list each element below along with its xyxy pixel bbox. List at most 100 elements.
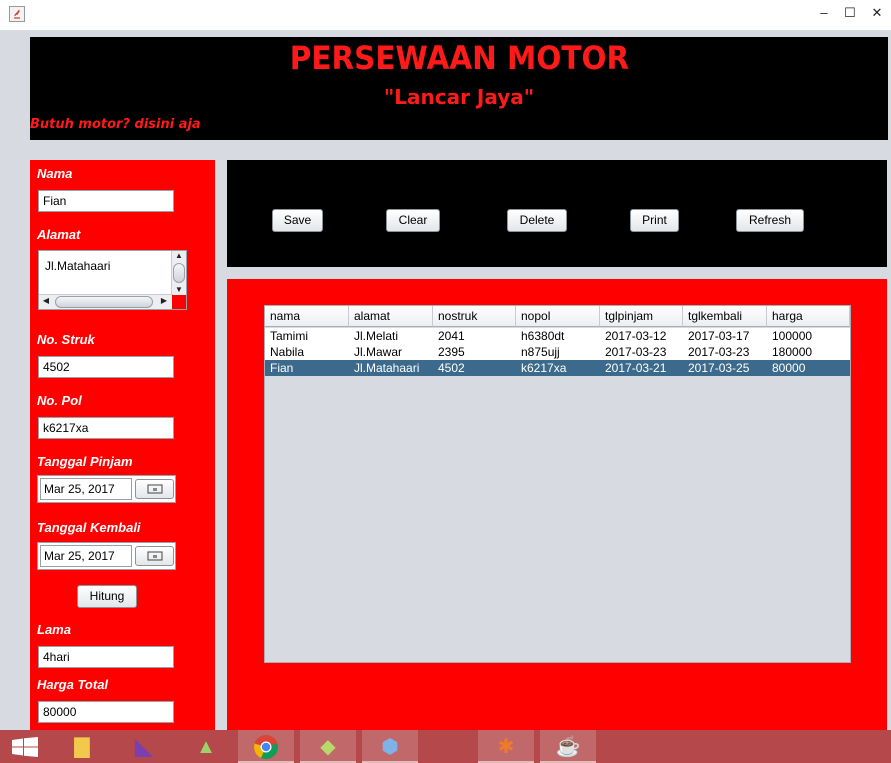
- table-cell: 2017-03-12: [605, 329, 667, 343]
- lama-label: Lama: [37, 622, 71, 637]
- alamat-label: Alamat: [37, 227, 81, 242]
- table-cell: 100000: [772, 329, 813, 343]
- header-banner: PERSEWAAN MOTOR "Lancar Jaya" Butuh moto…: [30, 37, 888, 140]
- lama-field[interactable]: 4hari: [38, 646, 174, 668]
- title-bar: – ☐ ✕: [0, 0, 891, 30]
- scroll-corner: [172, 295, 186, 309]
- nama-label: Nama: [37, 166, 73, 181]
- column-header[interactable]: nopol: [516, 306, 600, 327]
- table-cell: 2017-03-23: [605, 345, 667, 359]
- column-header[interactable]: nama: [265, 306, 349, 327]
- refresh-button[interactable]: Refresh: [736, 209, 804, 232]
- taskbar-item[interactable]: ⬢: [362, 730, 418, 763]
- app-subtitle: "Lancar Jaya": [383, 85, 535, 109]
- table-cell: Jl.Mawar: [354, 345, 403, 359]
- harga-total-label: Harga Total: [37, 677, 109, 692]
- table-row[interactable]: Tamimi Jl.Melati 2041 h6380dt 2017-03-12…: [265, 328, 850, 344]
- table-cell: 2395: [438, 345, 465, 359]
- vertical-scrollbar[interactable]: ▲ ▼: [171, 251, 186, 297]
- box-app-icon: ⬢: [381, 736, 399, 758]
- table-cell: 2017-03-25: [688, 361, 750, 375]
- rental-table[interactable]: nama alamat nostruk nopol tglpinjam tglk…: [264, 305, 851, 663]
- hitung-button[interactable]: Hitung: [77, 585, 137, 608]
- start-button[interactable]: [0, 730, 50, 763]
- harga-total-field[interactable]: 80000: [38, 701, 174, 723]
- file-explorer-icon: ▇: [74, 736, 90, 758]
- taskbar: ▇ ◣ ▲ ◆ ⬢ ✱ ☕: [0, 730, 891, 763]
- table-cell: Jl.Melati: [354, 329, 399, 343]
- table-row-selected[interactable]: Fian Jl.Matahaari 4502 k6217xa 2017-03-2…: [265, 360, 850, 376]
- sticky-app-icon: ◆: [320, 736, 336, 758]
- app-title: PERSEWAAN MOTOR: [289, 39, 629, 77]
- column-header[interactable]: harga: [767, 306, 850, 327]
- java-icon: ☕: [555, 736, 581, 758]
- scroll-down-icon[interactable]: ▼: [173, 285, 185, 295]
- table-cell: Fian: [270, 361, 294, 375]
- pinjam-date-field[interactable]: Mar 25, 2017: [40, 478, 132, 500]
- kembali-label: Tanggal Kembali: [37, 520, 141, 535]
- tagline: Butuh motor? disini aja: [30, 117, 201, 132]
- taskbar-item[interactable]: ▇: [54, 730, 110, 763]
- table-row[interactable]: Nabila Jl.Mawar 2395 n875ujj 2017-03-23 …: [265, 344, 850, 360]
- table-cell: 180000: [772, 345, 813, 359]
- alamat-textarea[interactable]: Jl.Matahaari ▲ ▼ ◀ ▶: [38, 250, 187, 310]
- table-cell: Nabila: [270, 345, 305, 359]
- maximize-button[interactable]: ☐: [835, 4, 865, 22]
- chrome-icon: [254, 735, 278, 760]
- table-cell: 4502: [438, 361, 465, 375]
- table-cell: 2017-03-23: [688, 345, 750, 359]
- column-header[interactable]: nostruk: [433, 306, 516, 327]
- taskbar-item[interactable]: [238, 730, 294, 763]
- kembali-date-field[interactable]: Mar 25, 2017: [40, 545, 132, 567]
- clear-button[interactable]: Clear: [386, 209, 440, 232]
- table-cell: 2017-03-21: [605, 361, 667, 375]
- kembali-date-chooser: Mar 25, 2017: [37, 542, 176, 570]
- visual-studio-icon: ◣: [134, 733, 154, 760]
- scroll-right-icon[interactable]: ▶: [159, 296, 169, 306]
- alamat-text: Jl.Matahaari: [45, 259, 111, 273]
- table-cell: 80000: [772, 361, 806, 375]
- taskbar-item[interactable]: ▲: [178, 730, 234, 763]
- pol-field[interactable]: k6217xa: [38, 417, 174, 439]
- scroll-up-icon[interactable]: ▲: [173, 251, 185, 261]
- pol-label: No. Pol: [37, 393, 82, 408]
- struk-field[interactable]: 4502: [38, 356, 174, 378]
- kembali-calendar-button[interactable]: [135, 546, 174, 566]
- calendar-icon: [147, 484, 162, 494]
- struk-label: No. Struk: [37, 332, 95, 347]
- windows-start-icon: [12, 737, 38, 757]
- table-cell: h6380dt: [521, 329, 565, 343]
- taskbar-item[interactable]: ◆: [300, 730, 356, 763]
- table-cell: n875ujj: [521, 345, 560, 359]
- delete-button[interactable]: Delete: [507, 209, 567, 232]
- table-panel: nama alamat nostruk nopol tglpinjam tglk…: [227, 279, 887, 730]
- column-header[interactable]: alamat: [349, 306, 433, 327]
- table-cell: 2017-03-17: [688, 329, 750, 343]
- pinjam-date-chooser: Mar 25, 2017: [37, 475, 176, 503]
- scroll-thumb[interactable]: [173, 263, 185, 283]
- taskbar-item[interactable]: ☕: [540, 730, 596, 763]
- table-cell: Jl.Matahaari: [354, 361, 420, 375]
- java-app-icon: [9, 6, 25, 22]
- table-cell: k6217xa: [521, 361, 567, 375]
- pinjam-label: Tanggal Pinjam: [37, 454, 133, 469]
- print-button[interactable]: Print: [630, 209, 679, 232]
- nama-field[interactable]: Fian: [38, 190, 174, 212]
- scroll-left-icon[interactable]: ◀: [41, 296, 51, 306]
- scroll-thumb-horizontal[interactable]: [55, 296, 153, 308]
- column-header[interactable]: tglpinjam: [600, 306, 683, 327]
- save-button[interactable]: Save: [272, 209, 323, 232]
- action-toolbar: Save Clear Delete Print Refresh: [227, 160, 887, 267]
- column-header[interactable]: tglkembali: [683, 306, 767, 327]
- table-cell: 2041: [438, 329, 465, 343]
- calendar-icon: [147, 551, 162, 561]
- taskbar-item[interactable]: ◣: [116, 730, 172, 763]
- pinjam-calendar-button[interactable]: [135, 479, 174, 499]
- horizontal-scrollbar[interactable]: ◀ ▶: [39, 294, 173, 309]
- android-studio-icon: ▲: [196, 736, 216, 758]
- close-button[interactable]: ✕: [862, 4, 891, 22]
- table-cell: Tamimi: [270, 329, 308, 343]
- xampp-icon: ✱: [497, 736, 515, 758]
- taskbar-item[interactable]: ✱: [478, 730, 534, 763]
- form-panel: Nama Fian Alamat Jl.Matahaari ▲ ▼ ◀ ▶ No…: [30, 160, 215, 730]
